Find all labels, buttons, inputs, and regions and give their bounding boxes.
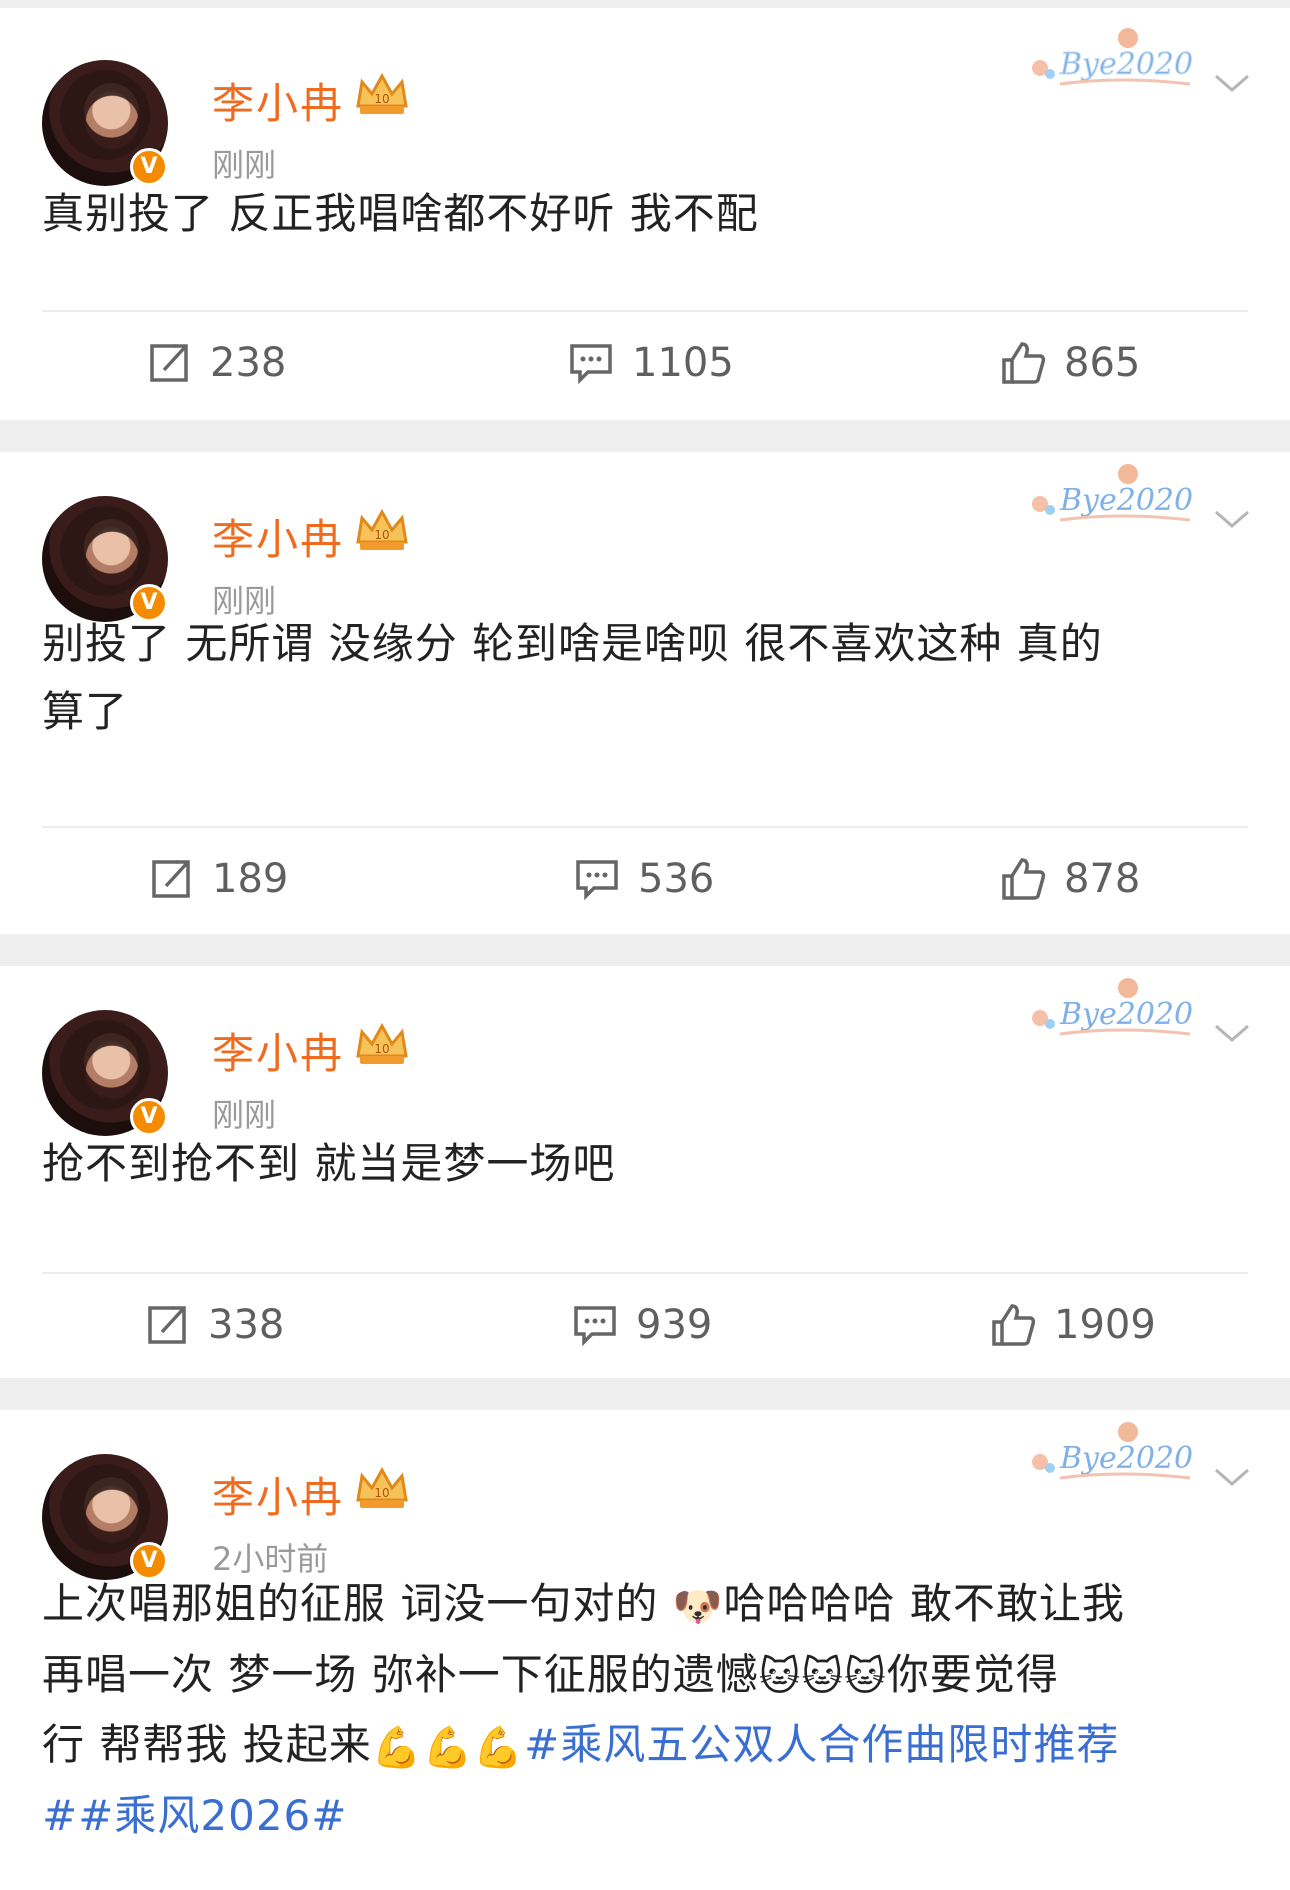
comment-count: 1105 — [632, 340, 734, 386]
thumbs-up-icon — [1002, 858, 1046, 900]
comment-icon — [576, 860, 618, 901]
repost-button[interactable]: 189 — [148, 856, 288, 902]
flexed-biceps-emoji-icon: 💪 — [371, 1724, 423, 1771]
divider — [42, 826, 1248, 828]
post-card[interactable]: V 李小冉 10 刚刚 Bye2020 真别投了 反正我唱啥都不好听 我不配 2… — [0, 8, 1290, 420]
comment-count: 939 — [636, 1302, 713, 1348]
svg-text:Bye2020: Bye2020 — [1059, 483, 1193, 518]
post-card[interactable]: V 李小冉 10 刚刚 Bye2020 抢不到抢不到 就当是梦一场吧 338 9… — [0, 966, 1290, 1378]
repost-button[interactable]: 238 — [146, 340, 286, 386]
crown-badge-icon[interactable]: 10 — [354, 508, 410, 552]
repost-icon — [152, 860, 190, 898]
avatar[interactable]: V — [42, 60, 168, 186]
repost-button[interactable]: 338 — [144, 1302, 284, 1348]
post-text-line: 上次唱那姐的征服 词没一句对的 🐶哈哈哈哈 敢不敢让我 — [42, 1570, 1248, 1641]
like-count: 878 — [1064, 856, 1141, 902]
comment-icon — [570, 344, 612, 385]
comment-button[interactable]: 536 — [574, 856, 714, 902]
post-card[interactable]: V 李小冉 10 刚刚 Bye2020 别投了 无所谓 没缘分 轮到啥是啥呗 很… — [0, 452, 1290, 934]
avatar[interactable]: V — [42, 496, 168, 622]
card-sticker: Bye2020 — [1032, 464, 1193, 522]
flexed-biceps-emoji-icon: 💪 — [473, 1724, 525, 1771]
more-chevron-down-icon[interactable] — [1212, 1020, 1252, 1046]
repost-icon — [150, 344, 188, 382]
like-button[interactable]: 1909 — [990, 1302, 1156, 1348]
weibo-feed: V 李小冉 10 刚刚 Bye2020 真别投了 反正我唱啥都不好听 我不配 2… — [0, 0, 1290, 1890]
avatar[interactable]: V — [42, 1454, 168, 1580]
comment-button[interactable]: 939 — [572, 1302, 712, 1348]
cat-emoji-icon: 🐱 — [801, 1654, 845, 1700]
svg-text:10: 10 — [374, 528, 389, 542]
cat-emoji-icon: 🐱 — [844, 1654, 887, 1700]
author-name[interactable]: 李小冉 — [212, 1464, 344, 1525]
comment-icon — [574, 1306, 616, 1347]
text-segment: 再唱一次 梦一场 弥补一下征服的遗憾 — [42, 1649, 759, 1699]
card-sticker: Bye2020 — [1032, 28, 1194, 86]
post-text-line: ##乘风2026# — [42, 1782, 1248, 1850]
husky-emoji-icon: 🐶 — [672, 1583, 724, 1630]
post-text: 别投了 无所谓 没缘分 轮到啥是啥呗 很不喜欢这种 真的 算了 — [42, 610, 1248, 746]
text-segment: 行 帮帮我 投起来 — [42, 1720, 372, 1769]
more-chevron-down-icon[interactable] — [1212, 506, 1252, 532]
text-segment: 哈哈哈哈 敢不敢让我 — [723, 1579, 1125, 1628]
card-sticker: Bye2020 — [1032, 1422, 1193, 1480]
repost-count: 338 — [208, 1302, 285, 1348]
svg-text:Bye2020: Bye2020 — [1059, 1441, 1193, 1476]
divider — [42, 1272, 1248, 1274]
comment-button[interactable]: 1105 — [568, 340, 734, 386]
post-text-line: 算了 — [42, 687, 129, 736]
repost-icon — [148, 1306, 186, 1344]
like-count: 1909 — [1054, 1302, 1156, 1348]
like-button[interactable]: 865 — [1000, 340, 1140, 386]
post-text-line: 再唱一次 梦一场 弥补一下征服的遗憾🐱🐱🐱你要觉得 — [42, 1641, 1248, 1712]
thumbs-up-icon — [992, 1304, 1036, 1346]
text-segment: 你要觉得 — [886, 1649, 1059, 1699]
more-chevron-down-icon[interactable] — [1212, 1464, 1252, 1490]
crown-badge-icon[interactable]: 10 — [354, 1022, 410, 1066]
svg-text:10: 10 — [374, 92, 389, 106]
cat-emoji-icon: 🐱 — [758, 1654, 802, 1700]
author-name[interactable]: 李小冉 — [212, 506, 344, 567]
more-chevron-down-icon[interactable] — [1212, 70, 1252, 96]
card-sticker: Bye2020 — [1032, 978, 1193, 1036]
divider — [42, 310, 1248, 312]
post-text: 上次唱那姐的征服 词没一句对的 🐶哈哈哈哈 敢不敢让我 再唱一次 梦一场 弥补一… — [42, 1570, 1248, 1850]
hashtag-link[interactable]: #乘风五公双人合作曲限时推荐 — [524, 1720, 1119, 1769]
avatar[interactable]: V — [42, 1010, 168, 1136]
post-text-line: 别投了 无所谓 没缘分 轮到啥是啥呗 很不喜欢这种 真的 — [42, 619, 1103, 668]
svg-text:Bye2020: Bye2020 — [1059, 47, 1193, 82]
like-count: 865 — [1064, 340, 1141, 386]
post-text: 真别投了 反正我唱啥都不好听 我不配 — [42, 189, 759, 238]
hashtag-link[interactable]: ##乘风2026# — [42, 1791, 347, 1840]
flexed-biceps-emoji-icon: 💪 — [422, 1724, 474, 1771]
svg-text:Bye2020: Bye2020 — [1059, 997, 1193, 1032]
svg-text:10: 10 — [374, 1486, 389, 1500]
repost-count: 238 — [210, 340, 287, 386]
svg-text:10: 10 — [374, 1042, 389, 1056]
author-name[interactable]: 李小冉 — [212, 70, 344, 131]
post-text: 抢不到抢不到 就当是梦一场吧 — [42, 1139, 616, 1188]
repost-count: 189 — [212, 856, 289, 902]
post-text-line: 行 帮帮我 投起来💪💪💪#乘风五公双人合作曲限时推荐 — [42, 1711, 1248, 1782]
thumbs-up-icon — [1002, 342, 1046, 384]
like-button[interactable]: 878 — [1000, 856, 1140, 902]
crown-badge-icon[interactable]: 10 — [354, 1466, 410, 1510]
crown-badge-icon[interactable]: 10 — [354, 72, 410, 116]
comment-count: 536 — [638, 856, 715, 902]
author-name[interactable]: 李小冉 — [212, 1020, 344, 1081]
text-segment: 上次唱那姐的征服 词没一句对的 — [42, 1579, 673, 1628]
post-card[interactable]: V 李小冉 10 2小时前 Bye2020 上次唱那姐的征服 词没一句对的 🐶哈… — [0, 1410, 1290, 1890]
